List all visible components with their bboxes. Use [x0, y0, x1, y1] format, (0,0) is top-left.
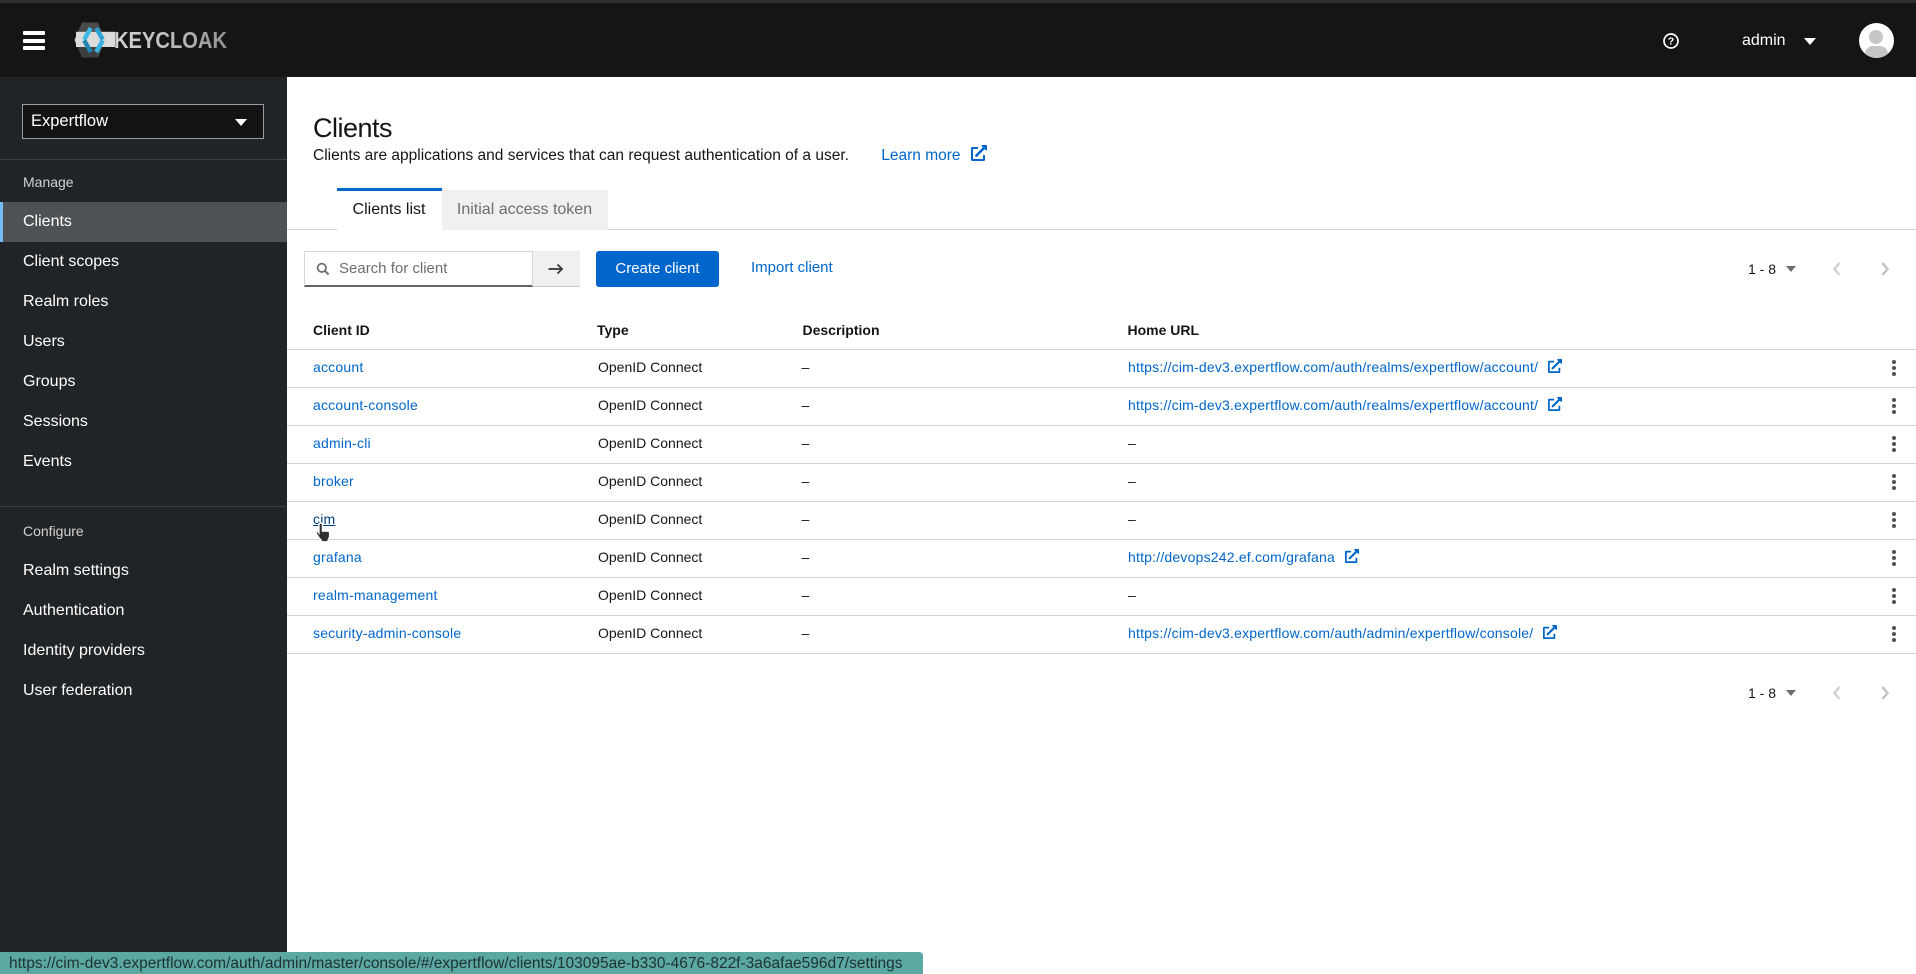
- svg-text:?: ?: [1668, 35, 1674, 47]
- svg-text:KEYCLOAK: KEYCLOAK: [114, 27, 227, 53]
